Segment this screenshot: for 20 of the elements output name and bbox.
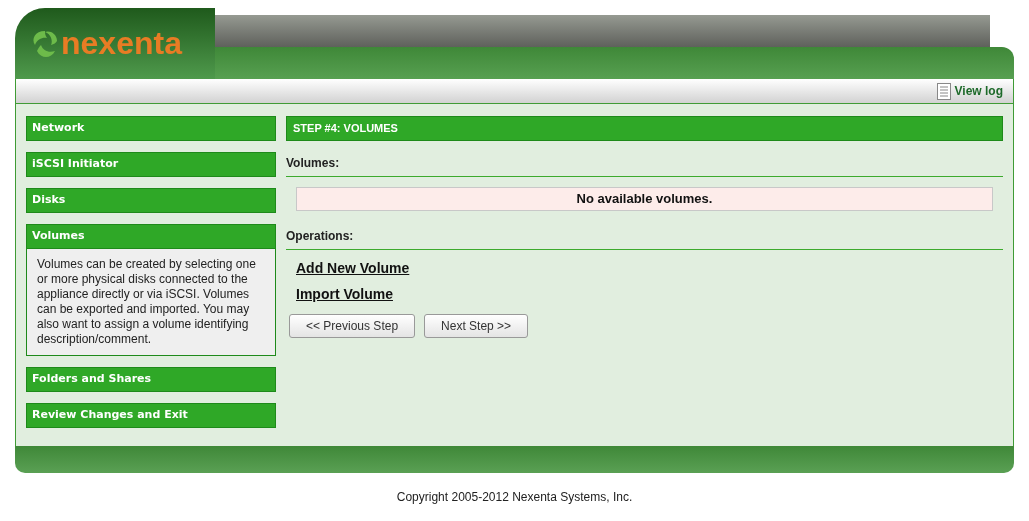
empty-message: No available volumes. <box>296 187 993 211</box>
sidebar-item[interactable]: Network <box>26 116 276 141</box>
copyright-text: Copyright 2005-2012 Nexenta Systems, Inc. <box>396 490 633 504</box>
logo-text: nexenta <box>61 26 182 59</box>
section-label: Volumes: <box>286 156 340 170</box>
step-button[interactable]: << Previous Step <box>289 314 416 338</box>
sidebar-item[interactable]: iSCSI Initiator <box>26 152 276 177</box>
document-icon <box>936 82 951 100</box>
operation-link[interactable]: Add New Volume <box>296 260 410 277</box>
operation-link[interactable]: Import Volume <box>296 286 393 303</box>
swirl-logo-icon <box>31 28 59 59</box>
step-title: STEP #4: VOLUMES <box>286 116 1003 141</box>
step-button[interactable]: Next Step >> <box>424 314 529 338</box>
description-text: Volumes can be created by selecting one or more physical disks connected to the appliance directly or via iSCSI. Volumes can be exported and imported. You may also want to assign a volume identifying description/comment. <box>37 257 257 347</box>
sidebar-item[interactable]: Folders and Shares <box>26 367 276 392</box>
sidebar-item[interactable]: Volumes <box>26 224 276 249</box>
sidebar-item[interactable]: Disks <box>26 188 276 213</box>
view-log-link[interactable]: View log <box>936 82 1003 100</box>
section-label: Operations: <box>286 229 354 243</box>
sidebar-item[interactable]: Review Changes and Exit <box>26 403 276 428</box>
